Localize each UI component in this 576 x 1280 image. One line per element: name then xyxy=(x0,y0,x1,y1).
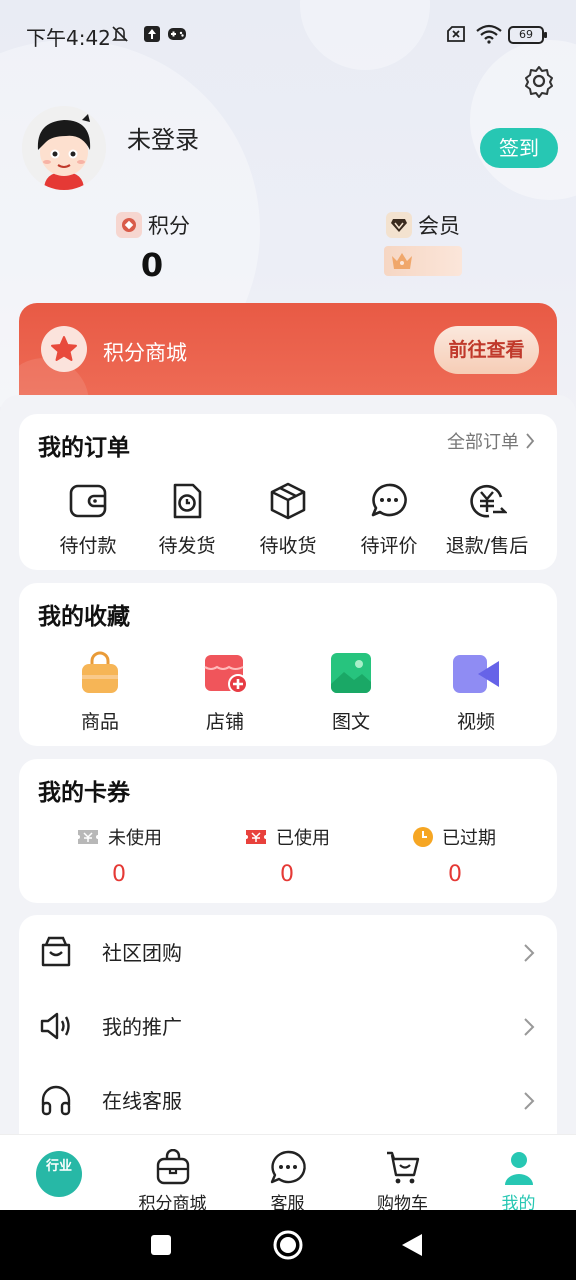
gear-icon[interactable] xyxy=(522,64,556,98)
favorite-article[interactable]: 图文 xyxy=(301,651,401,737)
upload-icon xyxy=(144,26,160,42)
vip-badge[interactable] xyxy=(384,246,462,276)
coupon-used[interactable]: 已使用 0 xyxy=(244,824,354,894)
chevron-right-icon xyxy=(524,944,535,962)
status-bar: 下午4:42 69 xyxy=(0,0,576,70)
chevron-right-icon xyxy=(524,1018,535,1036)
points-icon xyxy=(116,212,142,238)
favorites-title: 我的收藏 xyxy=(38,604,130,630)
coupon-value: 0 xyxy=(112,862,126,887)
order-item-label: 待收货 xyxy=(259,535,317,557)
user-icon xyxy=(504,1152,533,1185)
menu-label: 在线客服 xyxy=(102,1089,182,1113)
order-item-label: 待付款 xyxy=(59,535,117,557)
order-pending-review[interactable]: 待评价 xyxy=(339,481,439,561)
all-orders-link[interactable]: 全部订单 xyxy=(447,428,535,454)
basket-icon xyxy=(41,936,71,967)
order-refund[interactable]: 退款/售后 xyxy=(437,481,537,561)
star-icon xyxy=(41,326,87,372)
diamond-icon xyxy=(386,212,412,238)
points-label[interactable]: 积分 xyxy=(116,210,190,240)
nav-points-mall[interactable]: 积分商城 xyxy=(115,1141,230,1214)
favorite-goods[interactable]: 商品 xyxy=(50,651,150,737)
ticket-red-icon xyxy=(246,830,266,844)
all-orders-label: 全部订单 xyxy=(447,432,519,453)
vip-label[interactable]: 会员 xyxy=(386,210,460,240)
bottom-nav: 行业 积分商城 客服 购物车 我的 xyxy=(0,1134,576,1214)
coupon-label: 未使用 xyxy=(108,828,162,849)
nav-customer-service[interactable]: 客服 xyxy=(230,1141,345,1214)
system-nav-bar xyxy=(0,1210,576,1280)
coupon-label: 已使用 xyxy=(276,828,330,849)
chevron-right-icon xyxy=(526,433,535,449)
menu-label: 我的推广 xyxy=(102,1015,182,1039)
chevron-right-icon xyxy=(524,1092,535,1110)
chat-icon xyxy=(371,483,407,517)
coupon-expired[interactable]: 已过期 0 xyxy=(412,824,522,894)
favorite-label: 图文 xyxy=(331,711,370,733)
status-time: 下午4:42 xyxy=(26,26,111,50)
mute-icon xyxy=(112,26,128,42)
nav-mine[interactable]: 我的 xyxy=(461,1141,576,1214)
refund-icon xyxy=(470,484,507,518)
headset-icon xyxy=(41,1085,71,1116)
order-item-label: 待发货 xyxy=(158,535,216,557)
clock-icon xyxy=(413,827,433,847)
favorite-shop[interactable]: 店铺 xyxy=(175,651,275,737)
shop-icon xyxy=(204,655,247,694)
battery-indicator: 69 xyxy=(508,26,547,44)
crown-icon xyxy=(392,253,412,269)
favorites-card: 我的收藏 商品 店铺 图文 视频 xyxy=(19,583,557,746)
recents-icon[interactable] xyxy=(149,1233,173,1257)
bag-icon xyxy=(82,651,118,693)
menu-my-promotion[interactable]: 我的推广 xyxy=(19,989,557,1063)
login-status[interactable]: 未登录 xyxy=(127,120,199,155)
shopping-bag-icon xyxy=(156,1149,189,1185)
package-icon xyxy=(270,482,306,520)
speaker-icon xyxy=(40,1012,70,1040)
orders-card: 我的订单 全部订单 待付款 待发货 待收货 待评价 退款/售后 xyxy=(19,414,557,570)
points-value: 0 xyxy=(140,246,164,284)
home-button-icon[interactable] xyxy=(272,1229,304,1261)
home-logo[interactable]: 行业 xyxy=(36,1151,82,1197)
coupon-unused[interactable]: 未使用 0 xyxy=(76,824,186,894)
order-item-label: 退款/售后 xyxy=(445,535,529,557)
chat-bubble-icon xyxy=(270,1150,306,1184)
sign-in-button[interactable]: 签到 xyxy=(480,128,558,168)
view-mall-button[interactable]: 前往查看 xyxy=(434,326,539,374)
points-label-text: 积分 xyxy=(148,214,190,238)
favorite-label: 商品 xyxy=(80,711,119,733)
ticket-grey-icon xyxy=(78,830,98,844)
order-pending-receipt[interactable]: 待收货 xyxy=(238,481,338,561)
coupon-value: 0 xyxy=(448,862,462,887)
coupon-label: 已过期 xyxy=(442,828,496,849)
gamepad-icon xyxy=(168,28,186,40)
menu-community-group-buy[interactable]: 社区团购 xyxy=(19,915,557,989)
menu-label: 社区团购 xyxy=(102,941,182,965)
menu-online-service[interactable]: 在线客服 xyxy=(19,1063,557,1137)
clock-doc-icon xyxy=(173,483,202,519)
avatar[interactable] xyxy=(22,106,106,190)
coupon-value: 0 xyxy=(280,862,294,887)
coupons-title: 我的卡券 xyxy=(38,780,130,806)
wallet-icon xyxy=(69,484,107,518)
coupons-card: 我的卡券 未使用 0 已使用 0 已过期 0 xyxy=(19,759,557,903)
points-mall-title: 积分商城 xyxy=(103,341,187,365)
order-pending-shipment[interactable]: 待发货 xyxy=(137,481,237,561)
wifi-icon xyxy=(476,24,502,44)
image-icon xyxy=(331,653,371,693)
no-sim-icon xyxy=(447,26,465,42)
nav-cart[interactable]: 购物车 xyxy=(345,1141,460,1214)
vip-label-text: 会员 xyxy=(418,214,460,238)
video-icon xyxy=(453,655,499,693)
favorite-video[interactable]: 视频 xyxy=(426,651,526,737)
favorite-label: 视频 xyxy=(456,711,495,733)
orders-title: 我的订单 xyxy=(38,435,130,461)
cart-icon xyxy=(386,1151,419,1184)
order-pending-payment[interactable]: 待付款 xyxy=(38,481,138,561)
back-icon[interactable] xyxy=(400,1232,424,1258)
order-item-label: 待评价 xyxy=(360,535,418,557)
favorite-label: 店铺 xyxy=(205,711,244,733)
